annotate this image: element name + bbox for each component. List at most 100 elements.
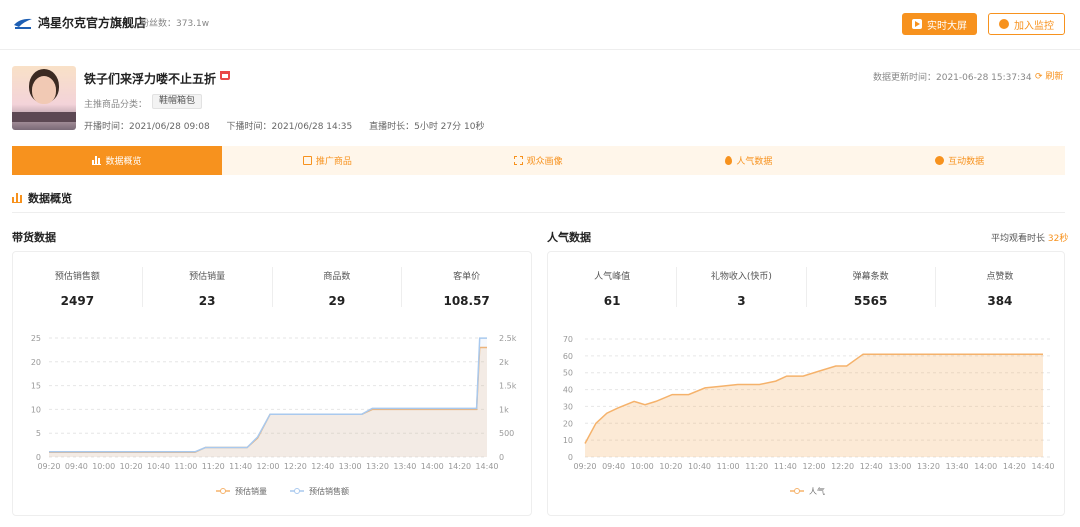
x-tick: 12:40 (860, 462, 883, 471)
x-tick: 10:20 (659, 462, 682, 471)
x-tick: 10:40 (147, 462, 170, 471)
x-tick: 13:20 (917, 462, 940, 471)
stat-value: 61 (603, 294, 621, 308)
y-tick: 60 (563, 352, 573, 361)
divider (12, 212, 1065, 213)
avg-watch-value: 32秒 (1047, 234, 1069, 244)
x-tick: 14:40 (475, 462, 498, 471)
sales-panel-title: 带货数据 (12, 231, 56, 244)
popularity-chart: 0 10 20 30 40 50 60 70 09:20 09:40 10:00 10:20 10:40… (563, 335, 1055, 496)
y-tick: 70 (563, 335, 573, 344)
y-tick-right: 2k (499, 358, 509, 367)
popularity-panel-title: 人气数据 (547, 231, 591, 244)
live-screen-button[interactable]: 实时大屏 (902, 13, 977, 35)
y-tick: 20 (563, 419, 573, 428)
tab-popularity[interactable]: 人气数据 (644, 146, 855, 175)
x-tick: 09:20 (37, 462, 60, 471)
stat-label: 客单价 (453, 272, 481, 282)
stat-gift-income: 礼物收入(快币) 3 (677, 267, 807, 308)
series-area (585, 354, 1043, 457)
category-tag: 鞋帽箱包 (152, 94, 203, 109)
tab-label: 互动数据 (948, 157, 985, 167)
tab-audience-profile[interactable]: 观众画像 (433, 146, 644, 175)
y-tick: 30 (563, 402, 573, 411)
x-tick: 11:00 (717, 462, 740, 471)
stat-peak-popularity: 人气峰值 61 (548, 267, 678, 308)
stat-like-count: 点赞数 384 (936, 267, 1064, 308)
y-tick: 50 (563, 369, 573, 378)
stat-product-count: 商品数 29 (273, 267, 403, 308)
x-tick: 10:20 (120, 462, 143, 471)
x-tick: 14:00 (421, 462, 444, 471)
stat-value: 2497 (60, 294, 95, 308)
x-tick: 12:40 (311, 462, 334, 471)
stat-danmaku-count: 弹幕条数 5565 (807, 267, 936, 308)
legend-dot (794, 488, 800, 494)
sales-stats: 预估销售额 2497 预估销量 23 商品数 29 客单价 108.57 (13, 267, 531, 308)
play-icon (912, 19, 922, 29)
cart-icon (220, 71, 230, 80)
x-tick: 11:40 (774, 462, 797, 471)
tab-label: 观众画像 (526, 157, 563, 167)
section-title-text: 数据概览 (28, 192, 72, 205)
refresh-button[interactable]: ⟳ 刷新 (1035, 69, 1063, 82)
refresh-label: 刷新 (1045, 72, 1064, 82)
category-label: 主推商品分类： (84, 100, 148, 110)
stat-value: 5565 (853, 294, 888, 308)
legend-dot (220, 488, 226, 494)
x-tick: 11:40 (229, 462, 252, 471)
live-duration: 直播时长：5小时 27分 10秒 (369, 122, 485, 132)
y-tick-left: 10 (31, 405, 41, 414)
legend-dot (294, 488, 300, 494)
tab-label: 数据概览 (105, 157, 142, 167)
stat-value: 29 (328, 294, 346, 308)
x-tick: 11:20 (745, 462, 768, 471)
bar-chart-icon (92, 156, 102, 165)
shop-name[interactable]: 鸿星尔克官方旗舰店 (38, 14, 146, 31)
shopping-bag-icon (302, 156, 312, 165)
end-time: 下播时间：2021/06/28 14:35 (226, 122, 353, 132)
stat-value: 384 (987, 294, 1013, 308)
y-tick: 0 (568, 453, 573, 462)
y-tick-left: 25 (31, 334, 41, 343)
fire-icon (725, 156, 733, 165)
stat-label: 预估销量 (189, 272, 226, 282)
fans-count: 粉丝数：373.1w (140, 19, 210, 29)
y-tick-left: 20 (31, 358, 41, 367)
stat-value: 23 (198, 294, 216, 308)
stat-value: 108.57 (443, 294, 490, 308)
x-tick: 14:00 (974, 462, 997, 471)
add-monitor-button[interactable]: 加入监控 (988, 13, 1065, 35)
y-tick-right: 2.5k (499, 334, 517, 343)
stat-est-sales-amount: 预估销售额 2497 (13, 267, 143, 308)
tab-interaction[interactable]: 互动数据 (854, 146, 1065, 175)
sales-chart: 0 5 10 15 20 25 0 500 1k 1.5k 2k 2.5k 09:20 09:40 10:0… (31, 334, 517, 496)
tab-overview[interactable]: 数据概览 (12, 146, 222, 175)
x-tick: 13:40 (946, 462, 969, 471)
series-area (49, 338, 487, 457)
live-screen-label: 实时大屏 (927, 20, 967, 32)
live-cover-image[interactable] (12, 66, 76, 130)
y-tick-right: 0 (499, 453, 504, 462)
x-tick: 14:20 (1003, 462, 1026, 471)
section-title: 数据概览 (12, 190, 72, 206)
chat-icon (935, 156, 945, 165)
legend-label: 人气 (809, 486, 825, 496)
tab-bar: 数据概览 推广商品 观众画像 人气数据 互动数据 (12, 146, 1065, 175)
x-tick: 10:00 (631, 462, 654, 471)
x-tick: 13:40 (393, 462, 416, 471)
stat-est-sales-volume: 预估销量 23 (143, 267, 273, 308)
x-tick: 13:00 (339, 462, 362, 471)
brand-logo (14, 18, 32, 29)
stat-label: 弹幕条数 (852, 272, 889, 282)
x-tick: 11:20 (202, 462, 225, 471)
stat-value: 3 (737, 294, 746, 308)
x-tick: 10:00 (92, 462, 115, 471)
update-time: 数据更新时间：2021-06-28 15:37:34 (873, 73, 1032, 83)
monitor-icon (999, 19, 1009, 29)
live-time-row: 开播时间：2021/06/28 09:08 下播时间：2021/06/28 14… (84, 119, 498, 132)
y-tick-left: 0 (36, 453, 41, 462)
top-bar: 鸿星尔克官方旗舰店 粉丝数：373.1w 实时大屏 加入监控 (0, 0, 1080, 50)
tab-promoted-products[interactable]: 推广商品 (222, 146, 433, 175)
y-tick-right: 500 (499, 429, 514, 438)
